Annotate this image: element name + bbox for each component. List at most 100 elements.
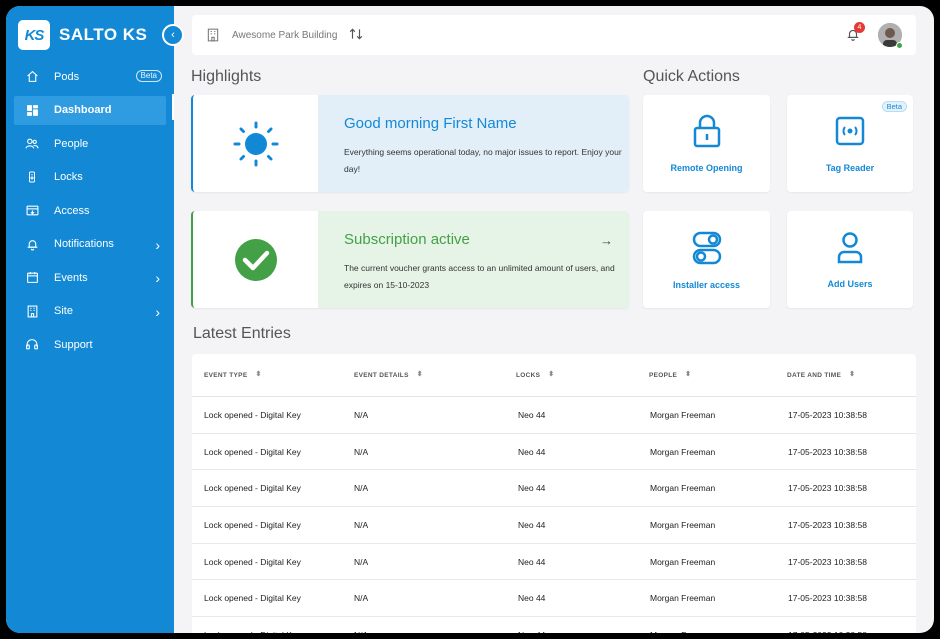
sidebar-item-events[interactable]: Events › xyxy=(14,263,166,292)
sidebar-item-dashboard[interactable]: Dashboard xyxy=(14,95,166,125)
table-cell: Neo 44 xyxy=(518,446,546,457)
table-cell: Neo 44 xyxy=(518,520,546,531)
column-people[interactable]: PEOPLE ⬍ xyxy=(649,371,691,379)
lock-device-icon xyxy=(24,169,40,185)
subscription-text: The current voucher grants access to an … xyxy=(344,263,615,290)
table-header: EVENT TYPE ⬍ EVENT DETAILS ⬍ LOCKS ⬍ PEOPLE… xyxy=(192,354,916,397)
table-cell: Neo 44 xyxy=(518,593,546,604)
column-label: DATE AND TIME xyxy=(787,371,842,379)
sidebar-item-label: Access xyxy=(54,204,90,217)
sidebar-item-label: Events xyxy=(54,271,88,284)
column-label: PEOPLE xyxy=(649,371,678,379)
column-label: LOCKS xyxy=(516,371,541,379)
sidebar-nav: Pods Beta Dashboard People Locks Access … xyxy=(14,62,166,364)
sidebar-item-site[interactable]: Site › xyxy=(14,297,166,326)
table-row[interactable]: Lock opened - Digital Key N/A Neo 44 Morgan… xyxy=(192,470,916,508)
greeting-icon-area xyxy=(193,95,318,192)
table-cell: N/A xyxy=(354,556,369,567)
toggle-icon xyxy=(692,231,721,265)
table-cell: Morgan Freeman xyxy=(650,446,716,457)
notifications-button[interactable]: 4 xyxy=(846,22,865,47)
sidebar-item-label: Pods xyxy=(54,70,80,83)
add-users-label: Add Users xyxy=(827,279,873,289)
table-cell: 17-05-2023 10:38:58 xyxy=(788,483,867,494)
sort-icon[interactable]: ⬍ xyxy=(685,371,691,378)
active-indicator xyxy=(172,94,174,120)
table-cell: Lock opened - Digital Key xyxy=(204,630,301,633)
greeting-content: Good morning First Name Everything seems… xyxy=(318,95,629,192)
logo-mark: KS xyxy=(18,20,50,50)
brand-logo[interactable]: KS SALTO KS xyxy=(18,20,147,50)
padlock-icon xyxy=(693,114,720,148)
table-cell: 17-05-2023 10:38:58 xyxy=(788,556,867,567)
table-cell: Morgan Freeman xyxy=(650,410,716,420)
column-locks[interactable]: LOCKS ⬍ xyxy=(516,371,554,379)
sidebar-item-support[interactable]: Support xyxy=(14,330,166,359)
chevron-right-icon: › xyxy=(155,270,160,286)
sun-icon xyxy=(233,121,278,166)
swap-icon[interactable] xyxy=(349,28,363,43)
table-row[interactable]: Lock opened - Digital Key N/A Neo 44 Morgan… xyxy=(192,397,916,434)
table-cell: Neo 44 xyxy=(518,410,546,420)
sidebar-item-access[interactable]: Access xyxy=(14,196,166,225)
column-date-time[interactable]: DATE AND TIME ⬍ xyxy=(787,371,855,379)
tag-reader-button[interactable]: Beta Tag Reader xyxy=(787,95,913,192)
sidebar-item-pods[interactable]: Pods Beta xyxy=(14,62,166,91)
subscription-card[interactable]: Subscription active The current voucher … xyxy=(191,211,629,308)
quick-actions-title: Quick Actions xyxy=(643,68,740,85)
notification-count-badge: 4 xyxy=(854,22,865,33)
column-event-details[interactable]: EVENT DETAILS ⬍ xyxy=(354,371,423,379)
table-cell: Lock opened - Digital Key xyxy=(204,446,301,457)
building-selector[interactable]: Awesome Park Building xyxy=(232,30,337,41)
subscription-icon-area xyxy=(193,211,318,308)
column-event-type[interactable]: EVENT TYPE ⬍ xyxy=(204,371,262,379)
table-cell: Lock opened - Digital Key xyxy=(204,556,301,567)
greeting-title: Good morning First Name xyxy=(344,115,517,132)
sort-icon[interactable]: ⬍ xyxy=(255,371,261,378)
bell-icon xyxy=(24,236,40,252)
sidebar-item-label: Dashboard xyxy=(54,104,112,116)
sidebar-item-notifications[interactable]: Notifications › xyxy=(14,230,166,259)
table-row[interactable]: Lock opened - Digital Key N/A Neo 44 Morgan… xyxy=(192,544,916,581)
arrow-right-icon[interactable]: → xyxy=(600,233,613,248)
table-cell: Neo 44 xyxy=(518,630,545,633)
table-cell: Neo 44 xyxy=(518,556,546,567)
greeting-card: Good morning First Name Everything seems… xyxy=(191,95,629,192)
table-cell: Morgan Freeman xyxy=(650,630,715,633)
table-cell: Lock opened - Digital Key xyxy=(204,483,301,494)
sidebar-item-people[interactable]: People xyxy=(14,129,166,158)
sidebar-item-locks[interactable]: Locks xyxy=(14,163,166,192)
highlights-title: Highlights xyxy=(191,68,262,85)
table-cell: Lock opened - Digital Key xyxy=(204,410,301,420)
building-icon xyxy=(207,28,219,42)
people-icon xyxy=(24,136,40,152)
sort-icon[interactable]: ⬍ xyxy=(417,371,423,378)
app-window: KS SALTO KS Pods Beta Dashboard People L… xyxy=(6,6,934,633)
access-icon xyxy=(24,203,40,219)
table-cell: Morgan Freeman xyxy=(650,483,716,494)
table-cell: Lock opened - Digital Key xyxy=(204,593,301,604)
headset-icon xyxy=(24,337,40,353)
table-cell: 17-05-2023 10:38:58 xyxy=(788,593,867,604)
table-row[interactable]: Lock opened - Digital Key N/A Neo 44 Morgan… xyxy=(192,617,916,633)
add-users-button[interactable]: Add Users xyxy=(787,211,913,308)
tag-reader-icon xyxy=(835,116,865,146)
collapse-sidebar-button[interactable]: ‹ xyxy=(162,24,184,46)
home-icon xyxy=(24,69,40,85)
sidebar-item-label: Locks xyxy=(54,171,83,183)
installer-access-button[interactable]: Installer access xyxy=(643,211,770,308)
sort-icon[interactable]: ⬍ xyxy=(849,371,855,378)
table-row[interactable]: Lock opened - Digital Key N/A Neo 44 Morgan… xyxy=(192,507,916,544)
table-row[interactable]: Lock opened - Digital Key N/A Neo 44 Morgan… xyxy=(192,580,916,618)
entries-table: EVENT TYPE ⬍ EVENT DETAILS ⬍ LOCKS ⬍ PEOPLE… xyxy=(192,354,916,633)
table-cell: 17-05-2023 10:38:58 xyxy=(788,446,867,457)
table-cell: N/A xyxy=(354,410,369,420)
table-cell: N/A xyxy=(354,593,369,604)
sidebar-item-label: Notifications xyxy=(54,238,114,250)
table-row[interactable]: Lock opened - Digital Key N/A Neo 44 Morgan… xyxy=(192,434,916,471)
remote-opening-button[interactable]: Remote Opening xyxy=(643,95,770,192)
building-icon xyxy=(24,303,40,319)
table-cell: N/A xyxy=(354,630,368,633)
sort-icon[interactable]: ⬍ xyxy=(548,371,554,378)
calendar-icon xyxy=(24,270,40,286)
